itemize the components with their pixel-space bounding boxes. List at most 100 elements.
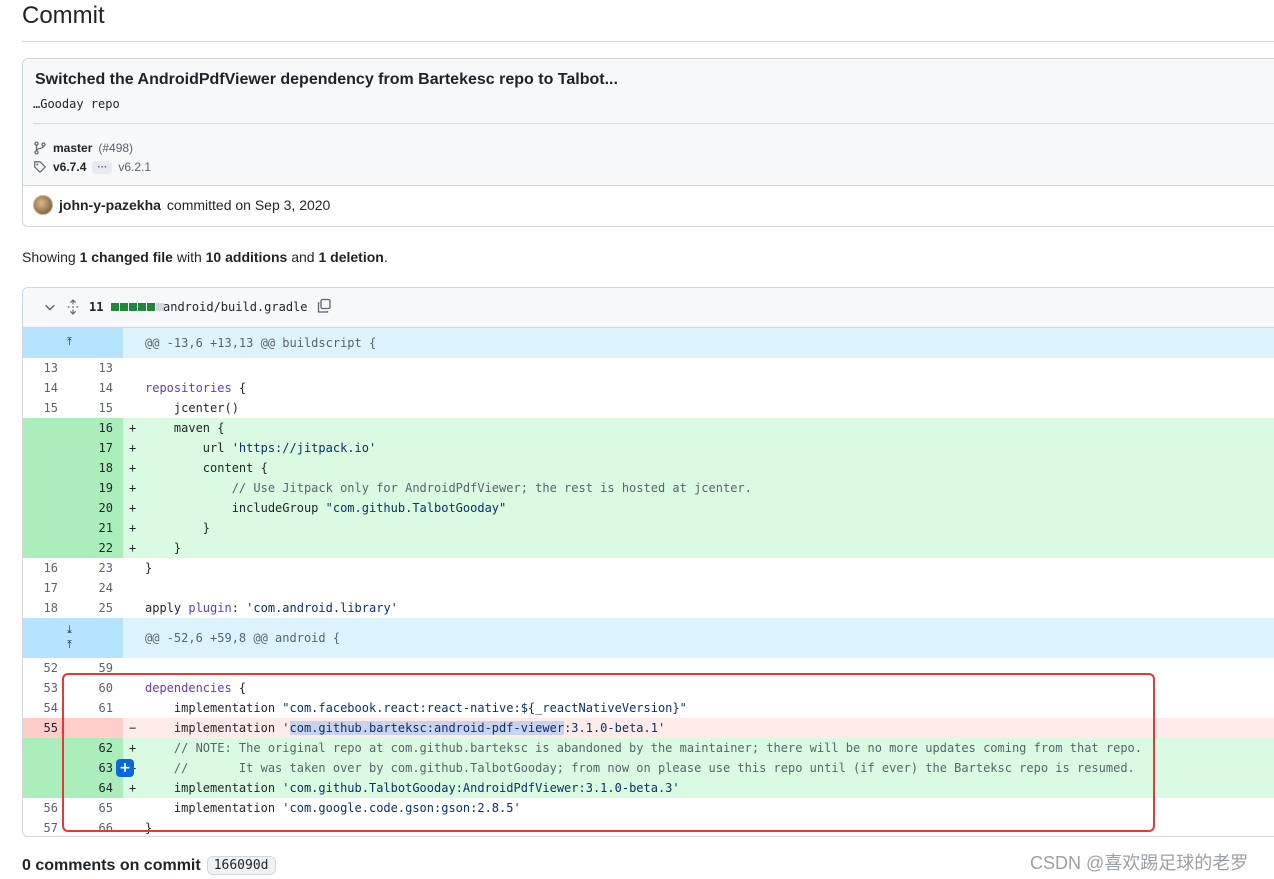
- expand-up-button[interactable]: ⤒: [23, 328, 123, 358]
- tag-earliest[interactable]: v6.2.1: [118, 160, 151, 174]
- copy-icon[interactable]: [316, 298, 332, 314]
- tag-latest[interactable]: v6.7.4: [53, 160, 86, 174]
- old-line-number[interactable]: [23, 518, 68, 538]
- new-line-number[interactable]: [68, 718, 123, 738]
- new-line-number[interactable]: 18: [68, 458, 123, 478]
- diff-line-added: 62 + // NOTE: The original repo at com.gi…: [23, 738, 1274, 758]
- old-line-number[interactable]: [23, 778, 68, 798]
- new-line-number[interactable]: 60: [68, 678, 123, 698]
- new-line-number[interactable]: 64: [68, 778, 123, 798]
- old-line-number[interactable]: [23, 538, 68, 558]
- expand-both-button[interactable]: ⤓ ⤒: [23, 618, 123, 658]
- old-line-number[interactable]: 13: [23, 358, 68, 378]
- add-comment-button[interactable]: +: [116, 759, 134, 777]
- new-line-number[interactable]: 24: [68, 578, 123, 598]
- new-line-number[interactable]: 14: [68, 378, 123, 398]
- diff-line: 54 61 implementation "com.facebook.react:…: [23, 698, 1274, 718]
- diff-marker: [123, 678, 145, 698]
- expand-up-icon: ⤒: [67, 335, 72, 348]
- author-name[interactable]: john-y-pazekha: [59, 197, 161, 213]
- file-path[interactable]: android/build.gradle: [163, 300, 308, 314]
- diff-line: 16 23 }: [23, 558, 1274, 578]
- diff-marker: −: [129, 721, 137, 735]
- new-line-number[interactable]: 17: [68, 438, 123, 458]
- old-line-number[interactable]: [23, 438, 68, 458]
- title-divider: [22, 41, 1274, 42]
- diff-marker: +: [129, 781, 137, 795]
- new-line-number[interactable]: 16: [68, 418, 123, 438]
- file-header: 11 android/build.gradle: [23, 288, 1274, 328]
- diff-line-added: 17 + url 'https://jitpack.io': [23, 438, 1274, 458]
- new-line-number[interactable]: 25: [68, 598, 123, 618]
- pull-request-link[interactable]: (#498): [98, 141, 133, 155]
- file-diff: 11 android/build.gradle ⤒ @@ -13,6 +13,1…: [22, 287, 1274, 837]
- old-line-number[interactable]: 56: [23, 798, 68, 818]
- old-line-number[interactable]: [23, 418, 68, 438]
- code-line: }: [145, 561, 153, 575]
- old-line-number[interactable]: 53: [23, 678, 68, 698]
- new-line-number[interactable]: 59: [68, 658, 123, 678]
- avatar[interactable]: [33, 195, 53, 215]
- old-line-number[interactable]: [23, 758, 68, 778]
- old-line-number[interactable]: 14: [23, 378, 68, 398]
- commit-info-box: Switched the AndroidPdfViewer dependency…: [22, 58, 1274, 227]
- more-tags-button[interactable]: ···: [92, 160, 113, 174]
- new-line-number[interactable]: 61: [68, 698, 123, 718]
- old-line-number[interactable]: 16: [23, 558, 68, 578]
- old-line-number[interactable]: 52: [23, 658, 68, 678]
- diff-line-deleted: 55 − implementation 'com.github.barteksc:…: [23, 718, 1274, 738]
- new-line-number[interactable]: 63: [68, 758, 123, 778]
- diff-line-added: 18 + content {: [23, 458, 1274, 478]
- diff-line: 14 14 repositories {: [23, 378, 1274, 398]
- diff-line: 53 60 dependencies {: [23, 678, 1274, 698]
- new-line-number[interactable]: 22: [68, 538, 123, 558]
- expand-all-icon[interactable]: [66, 299, 80, 315]
- summary-additions: 10 additions: [205, 249, 288, 265]
- new-line-number[interactable]: 21: [68, 518, 123, 538]
- hunk-text: @@ -52,6 +59,8 @@ android {: [145, 631, 341, 645]
- diff-summary: Showing 1 changed file with 10 additions…: [22, 249, 388, 265]
- new-line-number[interactable]: 65: [68, 798, 123, 818]
- code-line: }: [145, 521, 211, 535]
- commit-sha[interactable]: 166090d: [206, 856, 276, 875]
- branch-row[interactable]: master (#498): [33, 141, 133, 155]
- diff-marker: +: [129, 501, 137, 515]
- old-line-number[interactable]: 55: [23, 718, 68, 738]
- old-line-number[interactable]: 18: [23, 598, 68, 618]
- old-line-number[interactable]: 15: [23, 398, 68, 418]
- diff-line-added: 16 + maven {: [23, 418, 1274, 438]
- diffstat-block: [147, 303, 155, 311]
- new-line-number[interactable]: 66: [68, 818, 123, 836]
- watermark: CSDN @喜欢踢足球的老罗: [1030, 853, 1249, 873]
- new-line-number[interactable]: 15: [68, 398, 123, 418]
- chevron-down-icon[interactable]: [43, 300, 57, 314]
- commit-divider: [33, 123, 1274, 124]
- code-line: implementation "com.facebook.react:react…: [145, 701, 687, 715]
- diff-line: 13 13: [23, 358, 1274, 378]
- old-line-number[interactable]: [23, 498, 68, 518]
- branch-name[interactable]: master: [53, 141, 92, 155]
- old-line-number[interactable]: 17: [23, 578, 68, 598]
- old-line-number[interactable]: [23, 458, 68, 478]
- summary-files: 1 changed file: [79, 249, 173, 265]
- diff-marker: +: [129, 741, 137, 755]
- code-line: repositories {: [145, 381, 247, 395]
- old-line-number[interactable]: 54: [23, 698, 68, 718]
- author-row: john-y-pazekha committed on Sep 3, 2020: [33, 195, 330, 215]
- diff-line-added: 21 + }: [23, 518, 1274, 538]
- code-line: dependencies {: [145, 681, 247, 695]
- diff-marker: [123, 698, 145, 718]
- old-line-number[interactable]: [23, 478, 68, 498]
- old-line-number[interactable]: 57: [23, 818, 68, 836]
- new-line-number[interactable]: 19: [68, 478, 123, 498]
- code-line: // NOTE: The original repo at com.github…: [173, 741, 1143, 755]
- new-line-number[interactable]: 13: [68, 358, 123, 378]
- diff-line: 15 15 jcenter(): [23, 398, 1274, 418]
- new-line-number[interactable]: 62: [68, 738, 123, 758]
- new-line-number[interactable]: 20: [68, 498, 123, 518]
- code-line: content {: [145, 461, 268, 475]
- code-line: implementation 'com.google.code.gson:gso…: [145, 801, 521, 815]
- new-line-number[interactable]: 23: [68, 558, 123, 578]
- old-line-number[interactable]: [23, 738, 68, 758]
